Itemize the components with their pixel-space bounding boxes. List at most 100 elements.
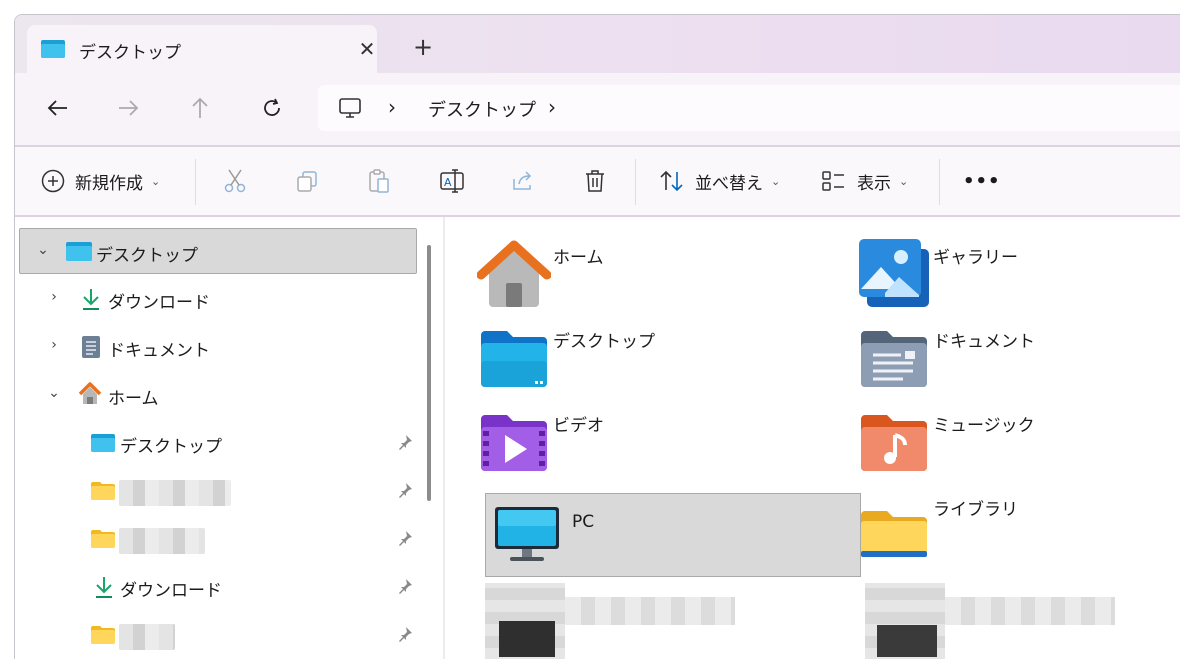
quick-access-folder[interactable] xyxy=(19,612,417,658)
chevron-down-icon: ⌄ xyxy=(151,174,161,188)
item-documents[interactable]: ドキュメント xyxy=(851,311,1180,395)
desktop-folder-icon xyxy=(91,434,115,452)
chevron-down-icon[interactable]: ⌄ xyxy=(45,385,63,403)
close-tab-icon[interactable]: ✕ xyxy=(355,37,379,61)
breadcrumb-desktop[interactable]: デスクトップ xyxy=(428,96,536,122)
obscured-item[interactable] xyxy=(485,583,735,659)
sidebar-item-label: デスクトップ xyxy=(96,246,198,266)
navigation-bar: › デスクトップ › xyxy=(15,73,1180,145)
pc-icon xyxy=(495,507,559,561)
documents-folder-icon xyxy=(861,331,927,387)
refresh-button[interactable] xyxy=(257,93,287,123)
chevron-right-icon[interactable]: › xyxy=(45,337,63,355)
file-explorer-window: デスクトップ ✕ + › デスクトップ › 新規作成 ⌄ A 並べ替え ⌄ 表示… xyxy=(14,14,1180,659)
sidebar-item-label: デスクトップ xyxy=(120,437,222,457)
command-bar: 新規作成 ⌄ A 並べ替え ⌄ 表示 ⌄ ••• xyxy=(15,147,1180,215)
item-home[interactable]: ホーム xyxy=(471,227,847,311)
sidebar-scrollbar[interactable] xyxy=(427,245,431,501)
breadcrumb-chevron[interactable]: › xyxy=(388,95,396,119)
back-arrow-icon xyxy=(47,100,67,116)
sidebar-item-home[interactable]: ⌄ ホーム xyxy=(19,372,417,418)
pin-icon[interactable] xyxy=(397,482,413,498)
more-options-button[interactable]: ••• xyxy=(963,147,1001,215)
desktop-folder-icon xyxy=(66,242,92,261)
separator xyxy=(195,159,196,205)
pin-icon[interactable] xyxy=(397,530,413,546)
new-label: 新規作成 xyxy=(75,173,143,194)
item-music[interactable]: ミュージック xyxy=(851,395,1180,479)
navigation-pane: ⌄ デスクトップ › ダウンロード › ドキュメント ⌄ ホーム デスクトップ xyxy=(15,217,443,659)
desktop-folder-icon xyxy=(41,40,65,58)
tab-strip: デスクトップ ✕ + xyxy=(15,15,1180,73)
folder-icon xyxy=(91,530,115,548)
scissors-icon xyxy=(224,169,246,193)
refresh-icon xyxy=(264,98,280,116)
sidebar-item-label: ホーム xyxy=(108,389,159,409)
share-button[interactable] xyxy=(511,147,535,215)
paste-icon xyxy=(369,169,389,193)
home-icon xyxy=(78,382,102,404)
copy-button[interactable] xyxy=(295,147,319,215)
obscured-folder-name xyxy=(119,528,205,554)
pin-icon[interactable] xyxy=(397,578,413,594)
sort-button[interactable]: 並べ替え ⌄ xyxy=(659,147,780,215)
sidebar-item-label: ダウンロード xyxy=(108,293,210,313)
quick-access-folder[interactable] xyxy=(19,516,417,562)
copy-icon xyxy=(297,171,317,192)
sidebar-item-downloads[interactable]: › ダウンロード xyxy=(19,276,417,322)
separator xyxy=(939,159,940,205)
content-pane: ホーム ギャラリー デスクトップ ドキュメント ビデオ ミュージック PC ライ… xyxy=(445,217,1180,659)
view-label: 表示 xyxy=(857,173,891,194)
view-button[interactable]: 表示 ⌄ xyxy=(821,147,908,215)
up-arrow-icon xyxy=(192,97,208,118)
item-label: PC xyxy=(572,512,595,532)
trash-icon xyxy=(586,170,604,192)
view-list-icon xyxy=(822,171,844,191)
rename-button[interactable]: A xyxy=(439,147,465,215)
chevron-right-icon[interactable]: › xyxy=(45,289,63,307)
new-button[interactable]: 新規作成 ⌄ xyxy=(41,147,160,215)
chevron-down-icon[interactable]: ⌄ xyxy=(34,242,52,260)
share-icon xyxy=(513,171,532,190)
tab-desktop[interactable]: デスクトップ ✕ xyxy=(27,25,377,73)
quick-access-desktop[interactable]: デスクトップ xyxy=(19,420,417,466)
cut-button[interactable] xyxy=(223,147,247,215)
quick-access-downloads[interactable]: ダウンロード xyxy=(19,564,417,610)
paste-button[interactable] xyxy=(367,147,391,215)
sidebar-item-documents[interactable]: › ドキュメント xyxy=(19,324,417,370)
sidebar-item-label: ダウンロード xyxy=(120,581,222,601)
sidebar-item-label: ドキュメント xyxy=(108,341,210,361)
sidebar-item-desktop[interactable]: ⌄ デスクトップ xyxy=(19,228,417,274)
item-libraries[interactable]: ライブラリ xyxy=(851,479,1180,563)
breadcrumb-chevron[interactable]: › xyxy=(548,95,556,119)
item-pc[interactable]: PC xyxy=(485,493,861,577)
monitor-icon xyxy=(339,98,361,118)
obscured-item[interactable] xyxy=(865,583,1115,659)
svg-text:A: A xyxy=(444,176,452,189)
obscured-folder-name xyxy=(119,624,175,650)
item-gallery[interactable]: ギャラリー xyxy=(851,227,1180,311)
item-label: ドキュメント xyxy=(933,332,1035,352)
sort-label: 並べ替え xyxy=(695,173,763,194)
quick-access-folder[interactable] xyxy=(19,468,417,514)
pin-icon[interactable] xyxy=(397,626,413,642)
item-label: ギャラリー xyxy=(933,248,1018,268)
address-bar[interactable]: › デスクトップ › xyxy=(318,85,1180,131)
back-button[interactable] xyxy=(43,93,73,123)
item-label: ホーム xyxy=(553,248,604,268)
forward-button[interactable] xyxy=(113,93,143,123)
music-folder-icon xyxy=(861,415,927,471)
item-videos[interactable]: ビデオ xyxy=(471,395,847,479)
pin-icon[interactable] xyxy=(397,434,413,450)
new-tab-button[interactable]: + xyxy=(411,35,435,59)
forward-arrow-icon xyxy=(119,100,139,116)
delete-button[interactable] xyxy=(583,147,607,215)
obscured-folder-name xyxy=(119,480,231,506)
document-icon xyxy=(82,336,100,358)
item-desktop[interactable]: デスクトップ xyxy=(471,311,847,395)
libraries-folder-icon xyxy=(861,511,927,557)
desktop-folder-icon xyxy=(481,331,547,387)
up-button[interactable] xyxy=(185,93,215,123)
download-icon xyxy=(96,577,112,598)
rename-icon: A xyxy=(440,169,464,193)
